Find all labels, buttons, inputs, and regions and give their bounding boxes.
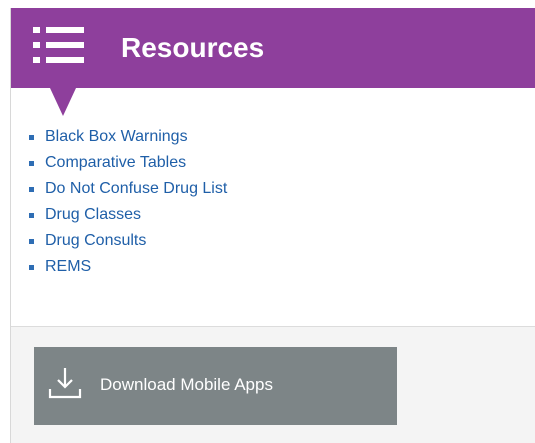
header-pointer (50, 88, 76, 116)
resource-link-do-not-confuse-drug-list[interactable]: Do Not Confuse Drug List (45, 180, 227, 197)
resource-link-black-box-warnings[interactable]: Black Box Warnings (45, 128, 188, 145)
list-item: Black Box Warnings (29, 124, 227, 150)
resource-link-drug-classes[interactable]: Drug Classes (45, 206, 141, 223)
download-icon (48, 368, 82, 399)
bullet-icon (29, 239, 34, 244)
bullet-icon (29, 161, 34, 166)
bullet-icon (29, 265, 34, 270)
resources-list-area: Black Box Warnings Comparative Tables Do… (11, 88, 535, 327)
resource-link-drug-consults[interactable]: Drug Consults (45, 232, 146, 249)
download-mobile-apps-button[interactable]: Download Mobile Apps (34, 347, 397, 425)
resources-header: Resources (11, 8, 535, 88)
resource-link-rems[interactable]: REMS (45, 258, 91, 275)
list-icon (33, 27, 84, 63)
list-item: Comparative Tables (29, 150, 227, 176)
resources-panel: Resources Black Box Warnings Comparative… (10, 8, 535, 443)
bullet-icon (29, 187, 34, 192)
list-item: Drug Consults (29, 228, 227, 254)
list-item: REMS (29, 254, 227, 280)
bullet-icon (29, 135, 34, 140)
page-title: Resources (121, 32, 265, 63)
resource-list: Black Box Warnings Comparative Tables Do… (29, 124, 227, 280)
download-button-label: Download Mobile Apps (100, 375, 273, 394)
list-item: Drug Classes (29, 202, 227, 228)
resource-link-comparative-tables[interactable]: Comparative Tables (45, 154, 186, 171)
bullet-icon (29, 213, 34, 218)
list-item: Do Not Confuse Drug List (29, 176, 227, 202)
